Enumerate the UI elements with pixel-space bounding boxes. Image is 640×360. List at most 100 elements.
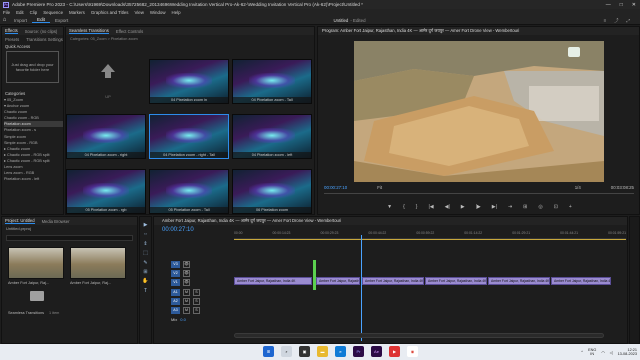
home-icon[interactable]: ⌂ [0,16,9,25]
menu-help[interactable]: Help [172,10,181,15]
transition-thumb[interactable]: 04 Pixelation zoom in [149,59,229,104]
type-tool-icon[interactable]: T [144,288,147,294]
favorite-drop-zone[interactable]: Just drag and drop your favorite folder … [6,51,59,83]
step-back-button[interactable]: ◀| [445,204,450,210]
tab-media-browser[interactable]: Media Browser [42,219,70,224]
windows-start-icon[interactable]: ⊞ [263,346,274,357]
tab-edit[interactable]: Edit [32,17,50,23]
transition-thumb[interactable]: 05 Pixelation zoom - Tall [149,169,229,214]
rectangle-tool-icon[interactable]: ⊞ [143,269,147,275]
export-frame-button[interactable]: ◎ [538,204,542,210]
fullscreen-icon[interactable]: ⤢ [626,18,630,23]
edge-icon[interactable]: e [335,346,346,357]
menu-markers[interactable]: Markers [69,10,85,15]
mark-out-button[interactable]: } [416,204,418,210]
adjustment-layer-clip[interactable] [313,260,316,290]
playhead[interactable] [361,235,362,341]
media-icon[interactable]: ▶ [389,346,400,357]
menu-window[interactable]: Window [150,10,166,15]
tab-effect-controls[interactable]: Effect Controls [116,29,143,34]
menu-graphics[interactable]: Graphics and Titles [91,10,129,15]
premiere-taskbar-icon[interactable]: Pr [353,346,364,357]
transition-thumb[interactable]: 04 Pixelation zoom - Tall [232,59,312,104]
language-indicator[interactable]: ENG IN [588,348,596,357]
tab-source[interactable]: Source: (no clips) [25,29,58,34]
up-arrow-icon [101,64,115,72]
transition-thumb[interactable]: 05 Pixelation zoom - rgb [66,169,146,214]
transition-thumb-selected[interactable]: 04 Pixelation zoom - right - Tall [149,114,229,159]
fit-dropdown[interactable]: Fit [377,185,382,190]
video-clip[interactable]: Amber Fort Jaipur, Rajasthan, India 4K [425,277,487,285]
share-icon[interactable]: ⤴ [614,18,618,24]
track-select-tool-icon[interactable]: ⇔ [143,231,148,237]
timeline-scrollbar[interactable] [234,333,604,338]
tree-item[interactable]: Pixelation zoom - left [4,176,63,182]
mark-in-button[interactable]: { [403,204,405,210]
close-button[interactable]: ✕ [632,2,636,8]
project-clip-thumb[interactable] [70,247,126,279]
program-scrubber[interactable] [324,193,634,194]
folder-icon[interactable] [30,291,44,301]
wifi-icon[interactable]: ◠ [601,350,604,355]
transition-thumb[interactable]: 04 Pixelation zoom - right [66,114,146,159]
quick-access-header[interactable]: Quick Access [5,44,60,49]
file-explorer-icon[interactable]: ▬ [317,346,328,357]
ripple-edit-tool-icon[interactable]: ⇕ [143,241,147,247]
razor-tool-icon[interactable]: ⬚ [143,250,148,256]
compare-button[interactable]: ⊡ [554,204,558,210]
search-icon[interactable]: ⌕ [281,346,292,357]
extract-button[interactable]: ⊞ [523,204,527,210]
project-clip-thumb[interactable] [8,247,64,279]
go-to-out-button[interactable]: ▶| [492,204,497,210]
selection-tool-icon[interactable]: ▶ [144,222,148,228]
menu-clip[interactable]: Clip [30,10,38,15]
after-effects-icon[interactable]: Ae [371,346,382,357]
tab-export[interactable]: Export [50,18,73,23]
pen-tool-icon[interactable]: ✎ [143,260,147,266]
project-status: Untitled - Edited ≡ ⤴ ⤢ [333,16,630,25]
time-ruler[interactable]: 00:00 00:00:14:23 00:00:29:23 00:00:44:2… [234,227,626,239]
menu-sequence[interactable]: Sequence [43,10,63,15]
tab-effects[interactable]: Effects [5,28,18,34]
step-forward-button[interactable]: |▶ [476,204,481,210]
button-editor-button[interactable]: + [569,204,572,210]
quality-dropdown[interactable]: 1/4 [575,185,581,190]
transition-thumb[interactable]: 04 Pixelation zoom - left [232,114,312,159]
up-folder-button[interactable]: UP [78,59,138,104]
tab-seamless-transitions[interactable]: Seamless Transitions [69,28,109,34]
window-controls: — □ ✕ [606,0,636,9]
play-button[interactable]: ▶ [461,204,465,210]
work-area-bar[interactable] [234,239,626,240]
subtab-presets[interactable]: Presets [5,37,19,42]
transition-thumb[interactable]: 06 Pixelation zoom [232,169,312,214]
chrome-icon[interactable]: ◉ [407,346,418,357]
tray-chevron-icon[interactable]: ^ [581,350,583,354]
add-marker-button[interactable]: ▼ [387,204,392,210]
project-search-input[interactable] [6,235,133,241]
workspaces-icon[interactable]: ≡ [604,18,607,23]
clock[interactable]: 12:21 13-08-2023 [618,348,637,357]
task-view-icon[interactable]: ▣ [299,346,310,357]
video-clip[interactable]: Amber Fort Jaipur, Rajasthan, India 4K [316,277,360,285]
timeline-timecode[interactable]: 00:00:27:10 [162,227,194,233]
menu-file[interactable]: File [3,10,10,15]
tab-import[interactable]: Import [9,18,32,23]
maximize-button[interactable]: □ [620,2,623,8]
categories-header[interactable]: Categories [5,91,60,96]
menu-view[interactable]: View [134,10,143,15]
go-to-in-button[interactable]: |◀ [428,204,433,210]
video-clip[interactable]: Amber Fort Jaipur, Rajasthan, India 4K [362,277,424,285]
menu-edit[interactable]: Edit [16,10,24,15]
sequence-tab[interactable]: Amber Fort Jaipur, Rajasthan, India 4K —… [154,217,627,225]
program-video-frame[interactable] [354,41,604,182]
minimize-button[interactable]: — [606,2,611,8]
lift-button[interactable]: ⇥ [508,204,512,210]
video-clip[interactable]: Amber Fort Jaipur, Rajasthan, India 4K [488,277,550,285]
video-clip[interactable]: Amber Fort Jaipur, Rajasthan, India 4K [234,277,312,285]
tab-project[interactable]: Project: Untitled [5,218,35,224]
hand-tool-icon[interactable]: ✋ [142,278,148,284]
subtab-transition-settings[interactable]: Transitions Settings [26,37,63,42]
program-timecode[interactable]: 00:00:27:10 [324,185,347,190]
volume-icon[interactable]: ◁ [610,350,613,355]
video-clip[interactable]: Amber Fort Jaipur, Rajasthan, India 4K [551,277,611,285]
